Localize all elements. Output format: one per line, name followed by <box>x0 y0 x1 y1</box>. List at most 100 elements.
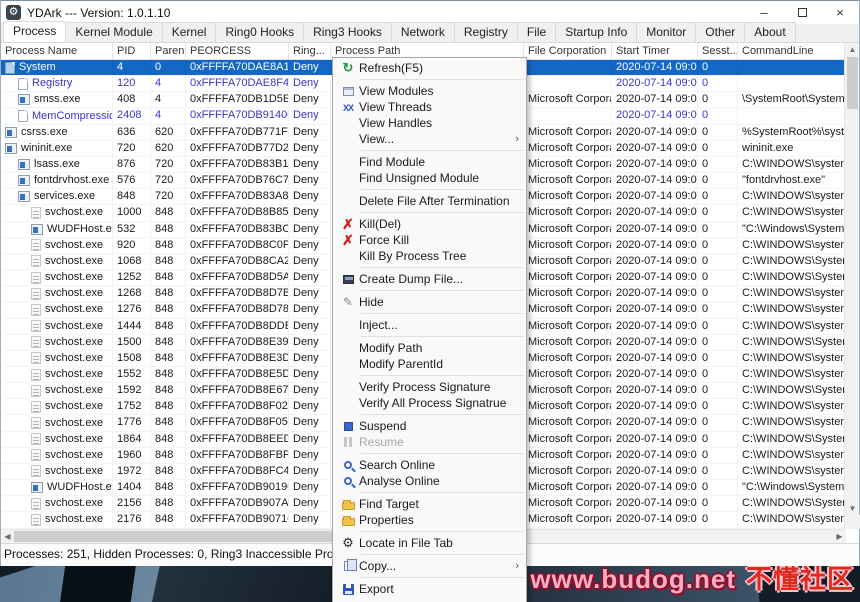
cell-cmd: C:\WINDOWS\System32\svc <box>738 383 846 399</box>
menu-item-view-handles[interactable]: View Handles <box>333 115 526 131</box>
cell-name: svchost.exe <box>1 286 113 302</box>
process-name: wininit.exe <box>21 141 73 154</box>
tab-monitor[interactable]: Monitor <box>636 22 697 42</box>
cell-ring: Deny <box>289 366 331 383</box>
cell-peorcess: 0xFFFFA70DB8CA2300 <box>186 253 289 270</box>
cell-name: svchost.exe <box>1 463 113 480</box>
menu-icon-slot <box>337 232 359 248</box>
cell-sess: 0 <box>698 463 738 480</box>
column-header-pid[interactable]: PID <box>113 43 151 59</box>
cell-peorcess: 0xFFFFA70DB8E670C0 <box>186 383 289 399</box>
column-header-cmd[interactable]: CommandLine <box>738 43 846 59</box>
menu-icon-slot <box>337 535 359 551</box>
cell-peorcess: 0xFFFFA70DB907A080 <box>186 496 289 512</box>
tab-about[interactable]: About <box>744 22 796 42</box>
vertical-scrollbar[interactable]: ▲ ▼ <box>844 43 860 529</box>
tab-other[interactable]: Other <box>695 22 746 42</box>
cell-pid: 1960 <box>113 447 151 463</box>
menu-item-find-unsigned-module[interactable]: Find Unsigned Module <box>333 170 526 186</box>
maximize-button[interactable] <box>783 1 821 24</box>
menu-item-delete-file-after-termination[interactable]: Delete File After Termination <box>333 193 526 209</box>
menu-item-force-kill[interactable]: Force Kill <box>333 232 526 248</box>
menu-item-search-online[interactable]: Search Online <box>333 457 526 473</box>
vertical-scroll-thumb[interactable] <box>847 57 858 109</box>
cell-cmd: C:\WINDOWS\system32\svc <box>738 302 846 318</box>
menu-item-copy[interactable]: Copy... › <box>333 558 526 574</box>
cell-cmd: C:\WINDOWS\System32\svc <box>738 496 846 512</box>
tab-network[interactable]: Network <box>390 22 455 42</box>
cell-ring: Deny <box>289 399 331 415</box>
column-header-corp[interactable]: File Corporation <box>524 43 612 59</box>
scroll-up-icon[interactable]: ▲ <box>845 43 860 56</box>
menu-item-label: View... <box>359 132 395 146</box>
cell-pid: 1864 <box>113 431 151 447</box>
menu-item-kill-del[interactable]: Kill(Del) <box>333 216 526 232</box>
cell-peorcess: 0xFFFFA70DB83B1080 <box>186 156 289 173</box>
menu-item-label: Hide <box>359 295 384 309</box>
application-icon <box>5 126 17 138</box>
column-header-name[interactable]: Process Name <box>1 43 113 59</box>
scroll-right-icon[interactable]: ▶ <box>833 530 846 544</box>
menu-item-analyse-online[interactable]: Analyse Online <box>333 473 526 489</box>
tab-process[interactable]: Process <box>3 21 67 42</box>
minimize-button[interactable]: – <box>745 1 783 24</box>
cell-pid: 1068 <box>113 253 151 270</box>
tab-file[interactable]: File <box>516 22 557 42</box>
menu-item-refresh-f5[interactable]: Refresh(F5) <box>333 60 526 76</box>
menu-item-find-module[interactable]: Find Module <box>333 154 526 170</box>
menu-item-verify-all-process-signatrue[interactable]: Verify All Process Signatrue <box>333 395 526 411</box>
menu-item-inject[interactable]: Inject... <box>333 317 526 333</box>
submenu-arrow-icon: › <box>515 560 519 572</box>
service-icon <box>31 417 41 430</box>
cell-peorcess: 0xFFFFA70DB8D7B080 <box>186 286 289 302</box>
menu-item-kill-by-process-tree[interactable]: Kill By Process Tree <box>333 248 526 264</box>
menu-item-view[interactable]: View... › <box>333 131 526 147</box>
menu-item-view-modules[interactable]: View Modules <box>333 83 526 99</box>
column-header-ring[interactable]: Ring... <box>289 43 331 59</box>
scroll-left-icon[interactable]: ◀ <box>1 530 14 544</box>
tab-ring3-hooks[interactable]: Ring3 Hooks <box>303 22 392 42</box>
menu-item-properties[interactable]: Properties <box>333 512 526 528</box>
cell-cmd: C:\WINDOWS\System32\svc <box>738 431 846 447</box>
cell-corp: Microsoft Corporat... <box>524 496 612 512</box>
column-header-parent[interactable]: Paren... <box>151 43 186 59</box>
tab-startup-info[interactable]: Startup Info <box>555 22 638 42</box>
tab-registry[interactable]: Registry <box>453 22 518 42</box>
menu-item-create-dump-file[interactable]: Create Dump File... <box>333 271 526 287</box>
service-icon <box>31 513 41 526</box>
scroll-down-icon[interactable]: ▼ <box>845 502 860 515</box>
menu-item-hide[interactable]: Hide <box>333 294 526 310</box>
cell-peorcess: 0xFFFFA70DB8E39080 <box>186 334 289 350</box>
application-icon <box>31 482 43 494</box>
tab-kernel[interactable]: Kernel <box>161 22 217 42</box>
cell-ring: Deny <box>289 173 331 189</box>
menu-item-export[interactable]: Export <box>333 581 526 597</box>
column-header-peorcess[interactable]: PEORCESS <box>186 43 289 59</box>
tab-ring0-hooks[interactable]: Ring0 Hooks <box>215 22 305 42</box>
cell-ring: Deny <box>289 431 331 447</box>
tab-kernel-module[interactable]: Kernel Module <box>65 22 163 42</box>
service-icon <box>31 352 41 365</box>
menu-item-find-target[interactable]: Find Target <box>333 496 526 512</box>
menu-item-modify-parentid[interactable]: Modify ParentId <box>333 356 526 372</box>
watermark-url: www.budog.net <box>530 564 736 594</box>
menu-item-locate-in-file-tab[interactable]: Locate in File Tab <box>333 535 526 551</box>
cell-pid: 1552 <box>113 366 151 383</box>
cell-start: 2020-07-14 09:04:16 <box>612 415 698 431</box>
menu-item-modify-path[interactable]: Modify Path <box>333 340 526 356</box>
close-button[interactable]: × <box>821 1 859 24</box>
column-header-start[interactable]: Start Timer <box>612 43 698 59</box>
menu-item-verify-process-signature[interactable]: Verify Process Signature <box>333 379 526 395</box>
menu-item-view-threads[interactable]: View Threads <box>333 99 526 115</box>
column-header-sess[interactable]: Sesst... <box>698 43 738 59</box>
cell-corp: Microsoft Corporat... <box>524 173 612 189</box>
cell-cmd: C:\WINDOWS\system32\svc <box>738 286 846 302</box>
context-menu: Refresh(F5) View Modules View Threads View … <box>332 57 527 602</box>
menu-item-suspend[interactable]: Suspend <box>333 418 526 434</box>
service-icon <box>31 239 41 252</box>
process-name: lsass.exe <box>34 158 80 171</box>
cell-corp: Microsoft Corporat... <box>524 270 612 286</box>
cell-peorcess: 0xFFFFA70DB8EED080 <box>186 431 289 447</box>
